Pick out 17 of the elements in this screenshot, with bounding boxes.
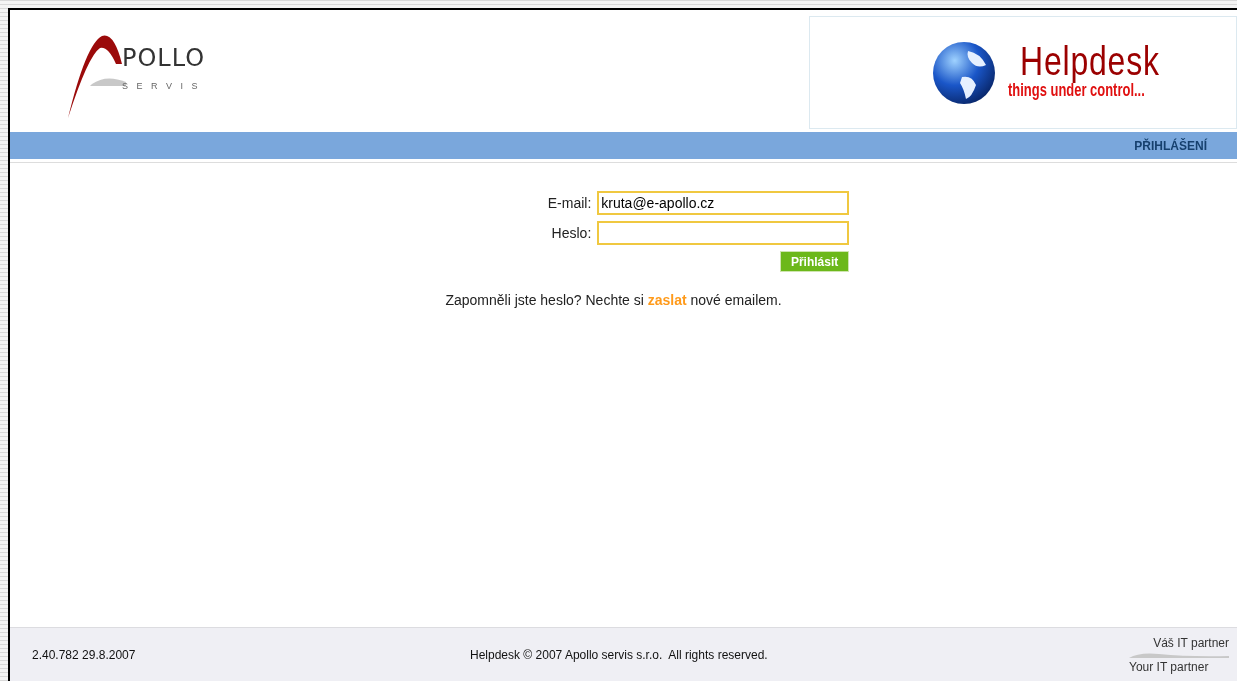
slogan-text: Váš IT partner [1153,634,1229,652]
logo-subtitle: S E R V I S [122,80,202,93]
globe-icon [932,40,996,105]
helpdesk-title: Helpdesk [1020,40,1161,81]
field-label: Heslo: [551,223,592,243]
input-field[interactable]: kruta@e-apollo.cz [597,191,850,215]
login-button[interactable]: Přihlásit [779,251,850,272]
slogan-text: Your IT partner [1129,658,1209,676]
logo-wordmark: POLLO [122,46,206,70]
swoosh-icon [1129,651,1229,658]
input-field[interactable] [597,221,850,245]
field-label: E-mail: [547,193,592,213]
forgot-password-text: Zapomněli jste heslo? Nechte si zaslat nové emailem. [445,291,782,310]
version-text: 2.40.782 29.8.2007 [32,646,137,664]
copyright-text: Helpdesk © 2007 Apollo servis s.r.o. All rights reserved. [470,646,768,664]
send-link[interactable]: zaslat [647,292,687,308]
nav-link[interactable]: PŘIHLÁŠENÍ [1134,136,1207,155]
